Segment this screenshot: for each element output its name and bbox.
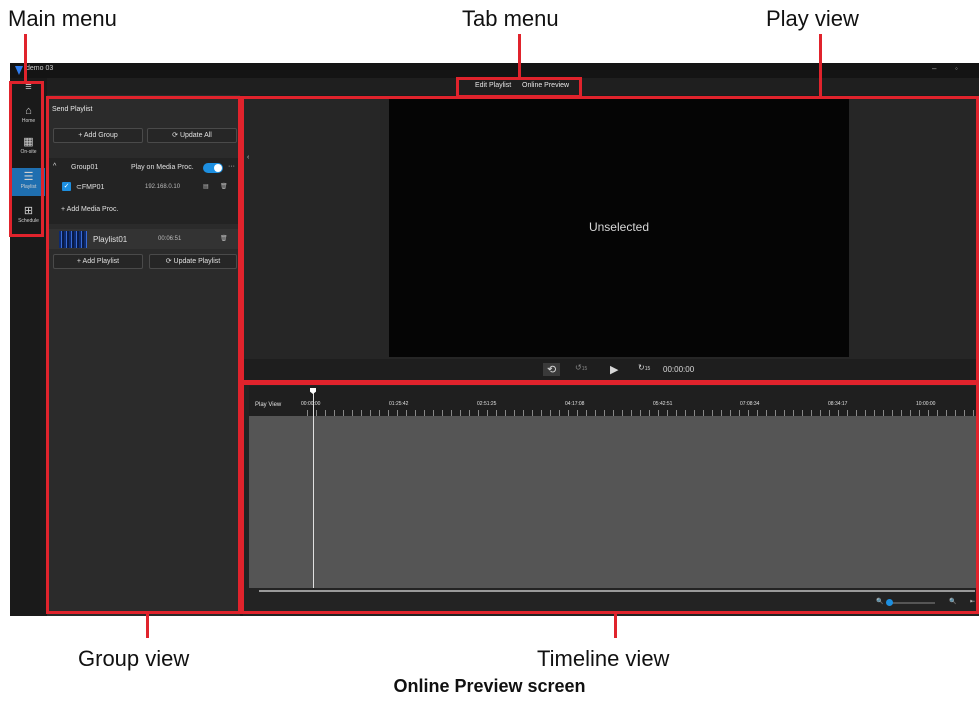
app-title: demo 03 (26, 65, 54, 72)
callout-main-menu: Main menu (8, 6, 117, 31)
leader-tab-menu (518, 34, 521, 78)
app-logo-icon (15, 66, 23, 75)
highlight-tab-menu (456, 77, 582, 98)
leader-main-menu (24, 34, 27, 82)
callout-group-view: Group view (78, 646, 190, 671)
leader-group-view (146, 613, 149, 638)
highlight-group-view (46, 96, 241, 614)
figure-caption: Online Preview screen (393, 676, 586, 696)
minimize-button[interactable]: – (932, 64, 936, 73)
highlight-main-menu (9, 81, 44, 237)
restore-button[interactable]: ◦ (955, 64, 958, 73)
highlight-play-view (241, 96, 979, 383)
leader-timeline-view (614, 613, 617, 638)
highlight-timeline-view (241, 382, 979, 614)
title-bar: demo 03 – ◦ (10, 63, 979, 78)
leader-play-view (819, 34, 822, 97)
callout-timeline-view: Timeline view (537, 646, 670, 671)
callout-play-view: Play view (766, 6, 859, 31)
callout-tab-menu: Tab menu (462, 6, 559, 31)
